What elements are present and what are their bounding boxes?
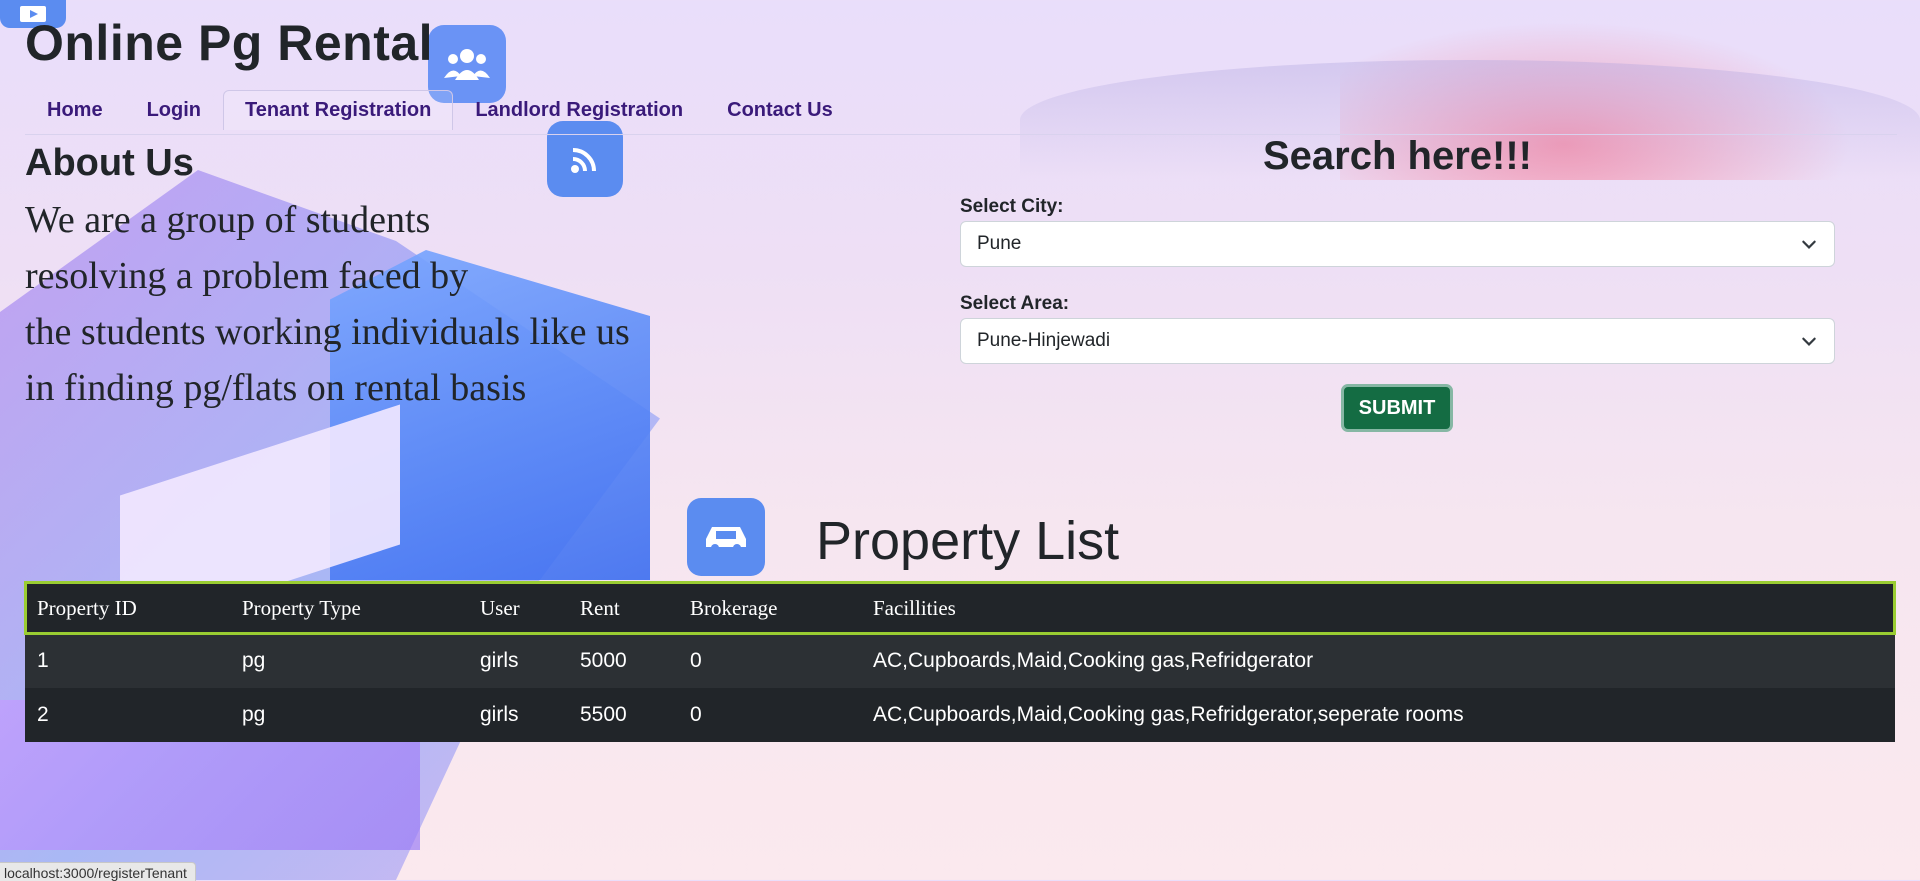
- city-label: Select City:: [960, 196, 1064, 217]
- table-row: 1 pg girls 5000 0 AC,Cupboards,Maid,Cook…: [25, 634, 1895, 688]
- table-row: 2 pg girls 5500 0 AC,Cupboards,Maid,Cook…: [25, 688, 1895, 742]
- about-line: the students working individuals like us: [25, 311, 630, 353]
- area-select[interactable]: Pune-Hinjewadi: [960, 318, 1835, 364]
- about-line: We are a group of students: [25, 199, 431, 241]
- site-title: Online Pg Rental: [25, 15, 434, 71]
- wifi-icon: [547, 121, 623, 197]
- table-header-row: Property ID Property Type User Rent Brok…: [24, 581, 1896, 635]
- background-illustration: [0, 0, 1920, 880]
- about-line: in finding pg/flats on rental basis: [25, 367, 527, 409]
- area-label: Select Area:: [960, 293, 1070, 314]
- cell-rent: 5000: [568, 634, 678, 688]
- car-icon: [687, 498, 765, 576]
- cell-rent: 5500: [568, 688, 678, 742]
- submit-button[interactable]: SUBMIT: [1341, 384, 1453, 432]
- nav-home[interactable]: Home: [25, 90, 125, 130]
- about-text: We are a group of students resolving a p…: [25, 192, 705, 416]
- column-header: User: [468, 582, 568, 634]
- property-table: Property ID Property Type User Rent Brok…: [24, 581, 1896, 742]
- chevron-down-icon: [1802, 240, 1816, 249]
- cell-user: girls: [468, 634, 568, 688]
- nav-tenant-registration[interactable]: Tenant Registration: [223, 90, 454, 130]
- cell-property-type: pg: [230, 688, 468, 742]
- chevron-down-icon: [1802, 337, 1816, 346]
- cell-brokerage: 0: [678, 688, 861, 742]
- city-select[interactable]: Pune: [960, 221, 1835, 267]
- column-header: Property ID: [25, 582, 230, 634]
- column-header: Brokerage: [678, 582, 861, 634]
- column-header: Facillities: [861, 582, 1895, 634]
- status-bar-url: localhost:3000/registerTenant: [0, 862, 196, 881]
- city-select-value: Pune: [977, 233, 1022, 254]
- search-heading: Search here!!!: [1263, 134, 1532, 178]
- cell-facilities: AC,Cupboards,Maid,Cooking gas,Refridgera…: [861, 634, 1895, 688]
- cell-property-type: pg: [230, 634, 468, 688]
- column-header: Rent: [568, 582, 678, 634]
- main-nav: Home Login Tenant Registration Landlord …: [25, 90, 855, 130]
- cell-facilities: AC,Cupboards,Maid,Cooking gas,Refridgera…: [861, 688, 1895, 742]
- nav-contact-us[interactable]: Contact Us: [705, 90, 855, 130]
- area-select-value: Pune-Hinjewadi: [977, 330, 1111, 351]
- column-header: Property Type: [230, 582, 468, 634]
- cell-brokerage: 0: [678, 634, 861, 688]
- nav-landlord-registration[interactable]: Landlord Registration: [453, 90, 705, 130]
- about-heading: About Us: [25, 142, 194, 184]
- cell-property-id: 2: [25, 688, 230, 742]
- nav-login[interactable]: Login: [125, 90, 223, 130]
- about-line: resolving a problem faced by: [25, 255, 469, 297]
- property-list-heading: Property List: [816, 511, 1120, 571]
- cell-property-id: 1: [25, 634, 230, 688]
- cell-user: girls: [468, 688, 568, 742]
